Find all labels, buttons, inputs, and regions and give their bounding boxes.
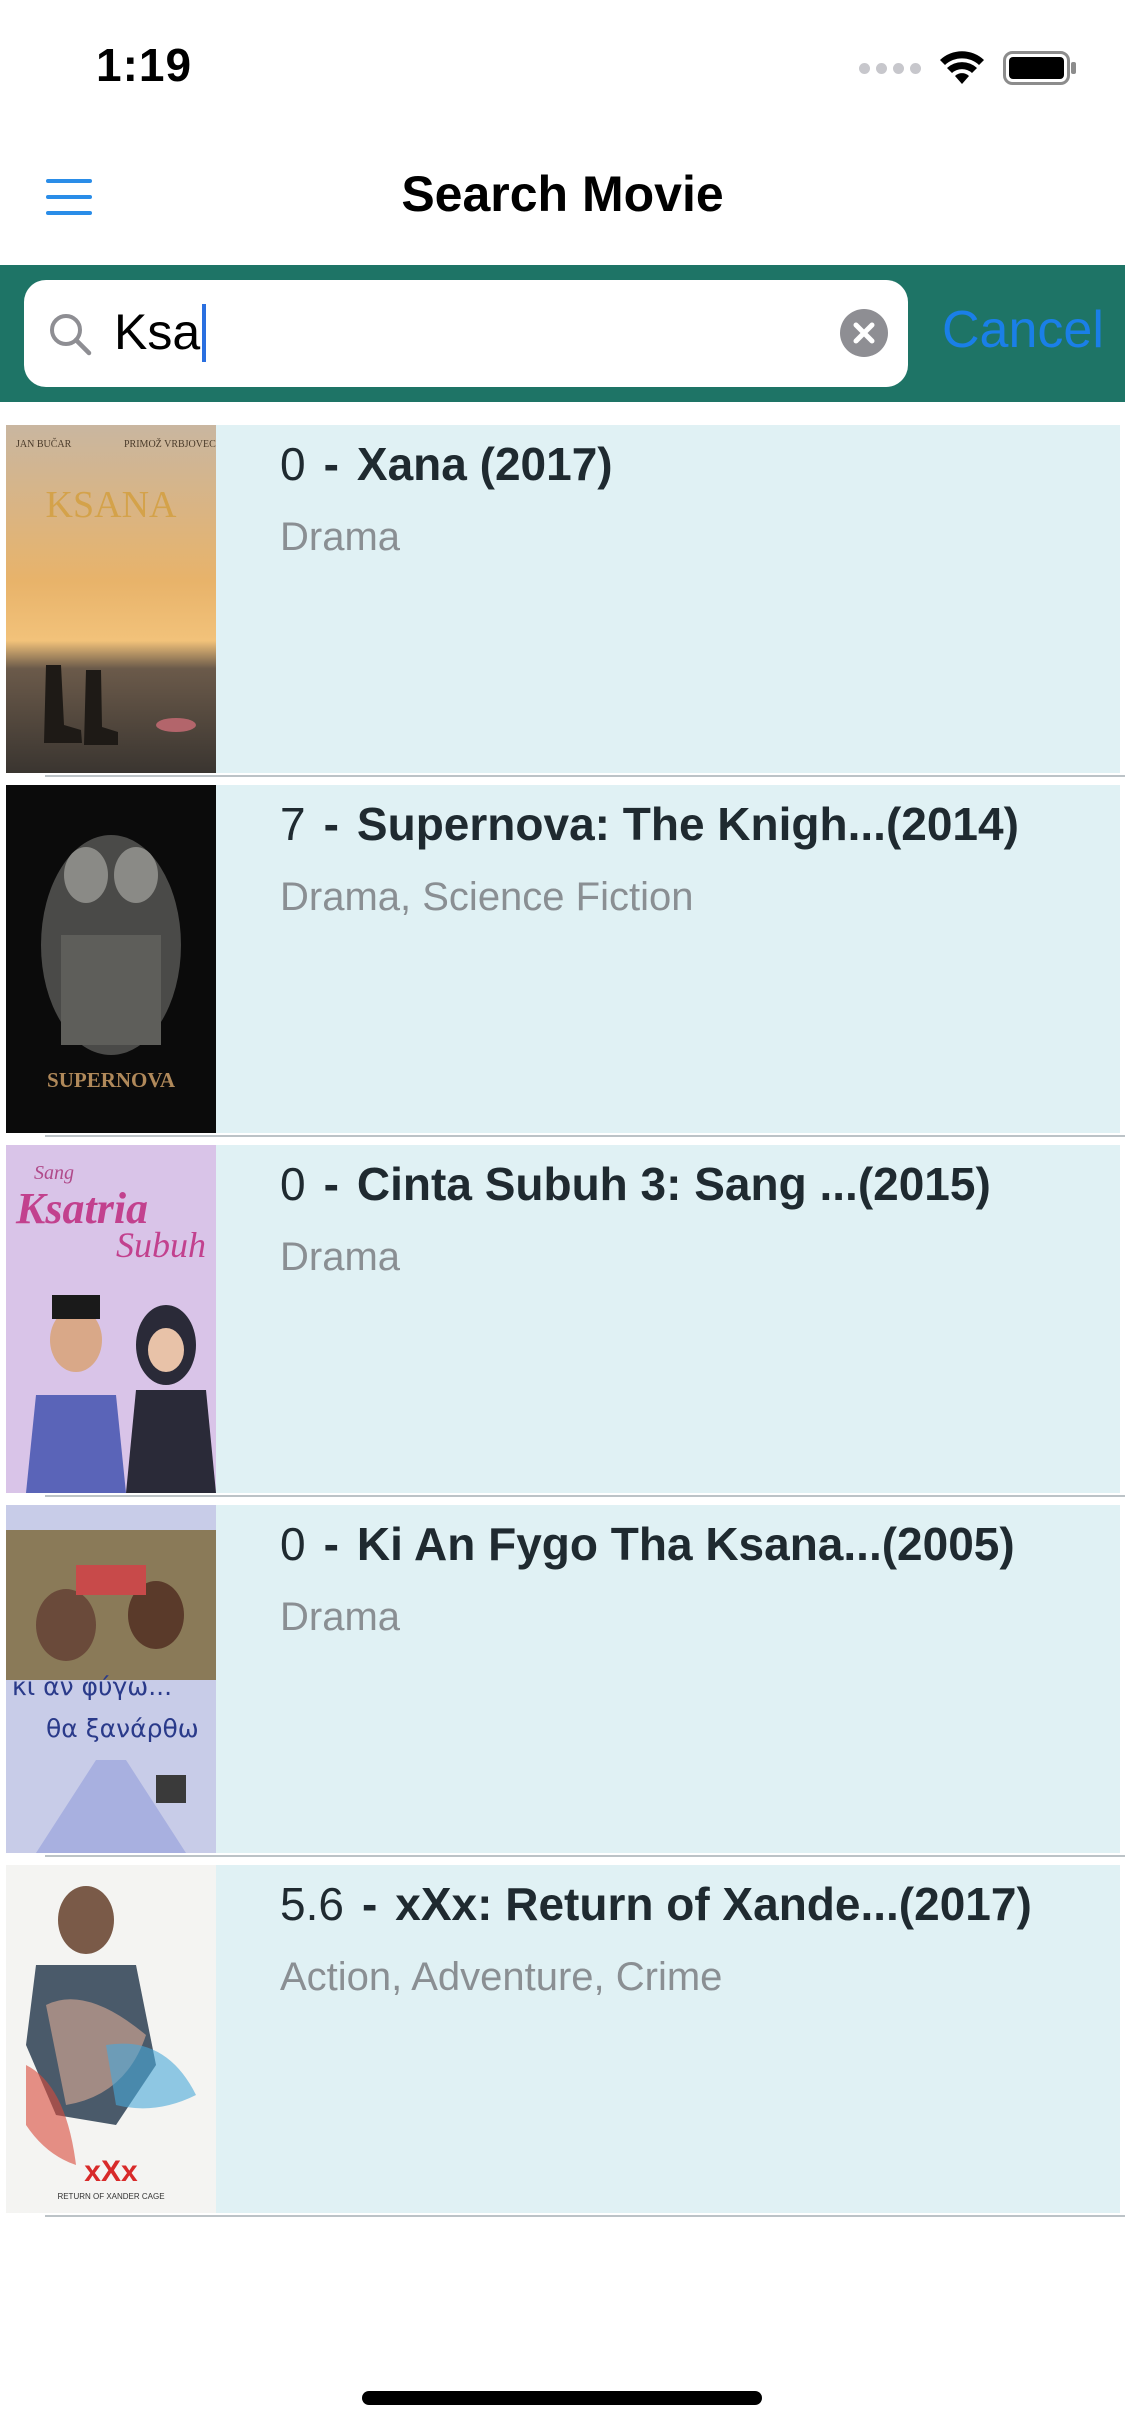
page-title: Search Movie (401, 166, 724, 222)
home-indicator[interactable] (362, 2391, 762, 2405)
poster-credit-1: JAN BUČAR (16, 438, 72, 450)
movie-rating: 0 (280, 1518, 306, 1570)
movie-title: Xana (2017) (356, 438, 613, 490)
poster-title: KSANA (46, 484, 177, 526)
movie-title: Cinta Subuh 3: Sang ...(2015) (356, 1158, 991, 1210)
movie-rating: 5.6 (280, 1878, 344, 1930)
movie-rating: 0 (280, 438, 306, 490)
movie-poster: xXx RETURN OF XANDER CAGE (6, 1865, 216, 2213)
status-time: 1:19 (96, 39, 193, 91)
movie-genres: Drama (280, 515, 401, 559)
row-separator (45, 1855, 1125, 1857)
movie-row[interactable]: Sang Ksatria Subuh 0- Cinta Subuh 3: Sang… (6, 1145, 1120, 1493)
search-input-value: Ksa (114, 302, 207, 362)
movie-genres: Drama, Science Fiction (280, 875, 694, 919)
movie-title-line: 7- Supernova: The Knigh...(2014) (280, 798, 1019, 850)
wifi-icon (940, 51, 984, 84)
status-indicators (859, 48, 1077, 88)
movie-rating: 0 (280, 1158, 306, 1210)
row-separator (45, 2215, 1125, 2217)
row-separator (45, 775, 1125, 777)
navigation-bar: Search Movie (0, 135, 1125, 265)
movie-title-line: 5.6- xXx: Return of Xande...(2017) (280, 1878, 1032, 1930)
movie-poster: JAN BUČAR PRIMOŽ VRBJOVEC KSANA (6, 425, 216, 773)
movie-genres: Drama (280, 1595, 401, 1639)
movie-title-line: 0- Xana (2017) (280, 438, 613, 490)
movie-title: xXx: Return of Xande...(2017) (395, 1878, 1032, 1930)
poster-word-1: Sang (34, 1162, 74, 1184)
poster-title: SUPERNOVA (47, 1068, 176, 1092)
cancel-button[interactable]: Cancel (942, 300, 1104, 360)
search-bar-container: Ksa Cancel (0, 265, 1125, 402)
poster-title: xXx (84, 2155, 138, 2188)
movie-rating: 7 (280, 798, 306, 850)
poster-credit-2: PRIMOŽ VRBJOVEC (124, 438, 216, 450)
movie-title: Supernova: The Knigh...(2014) (356, 798, 1019, 850)
poster-subtitle: RETURN OF XANDER CAGE (57, 2192, 164, 2201)
movie-row[interactable]: κι αν φύγω... θα ξανάρθω 0- Ki An Fygo Th… (6, 1505, 1120, 1853)
row-separator (45, 1495, 1125, 1497)
clear-text-button[interactable] (840, 309, 888, 357)
cellular-signal-icon (859, 62, 921, 74)
movie-row[interactable]: xXx RETURN OF XANDER CAGE 5.6- xXx: Retur… (6, 1865, 1120, 2213)
text-caret (202, 303, 207, 362)
movie-genres: Drama (280, 1235, 401, 1279)
movie-title-line: 0- Cinta Subuh 3: Sang ...(2015) (280, 1158, 991, 1210)
status-bar: 1:19 (0, 0, 1125, 135)
clear-icon (853, 322, 875, 344)
search-icon (50, 314, 92, 356)
search-input[interactable]: Ksa (24, 280, 908, 387)
row-separator (45, 1135, 1125, 1137)
movie-title-line: 0- Ki An Fygo Tha Ksana...(2005) (280, 1518, 1015, 1570)
movie-poster: SUPERNOVA (6, 785, 216, 1133)
poster-word-3: Subuh (116, 1225, 206, 1265)
movie-row[interactable]: JAN BUČAR PRIMOŽ VRBJOVEC KSANA 0- Xana (… (6, 425, 1120, 773)
poster-title: κι αν φύγω... (12, 1672, 172, 1701)
movie-poster: Sang Ksatria Subuh (6, 1145, 216, 1493)
movie-title: Ki An Fygo Tha Ksana...(2005) (356, 1518, 1015, 1570)
movie-genres: Action, Adventure, Crime (280, 1955, 723, 1999)
poster-subtitle: θα ξανάρθω (46, 1714, 199, 1743)
movie-poster: κι αν φύγω... θα ξανάρθω (6, 1505, 216, 1853)
battery-icon (1003, 51, 1076, 85)
movie-row[interactable]: SUPERNOVA 7- Supernova: The Knigh...(2014… (6, 785, 1120, 1133)
